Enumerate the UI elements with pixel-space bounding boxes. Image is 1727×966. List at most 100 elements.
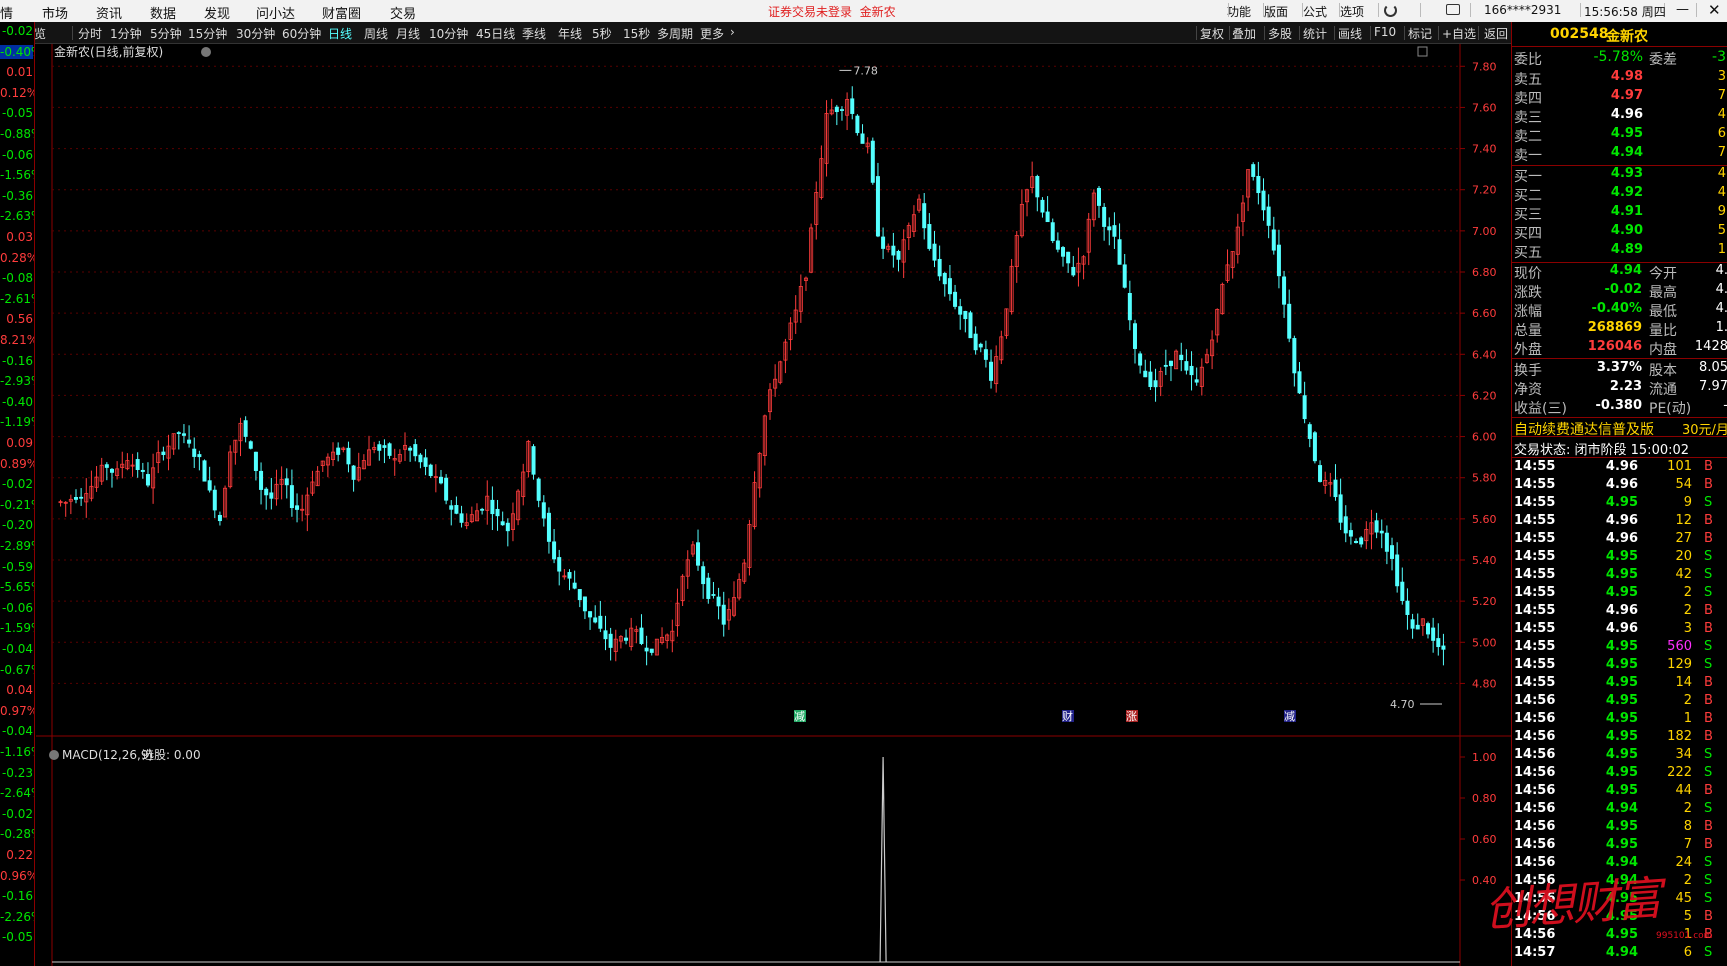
period-tab[interactable]: 60分钟 — [282, 25, 321, 42]
recent-stock-value[interactable]: -2.61% — [0, 292, 34, 306]
menu-right-item[interactable]: 选项 — [1340, 3, 1364, 20]
minimize-icon[interactable]: — — [1676, 2, 1689, 17]
period-tab[interactable]: 45日线 — [476, 25, 515, 42]
recent-stock-value[interactable]: -5.65% — [0, 580, 34, 594]
menu-item[interactable]: 发现 — [204, 3, 230, 22]
tick-side: B — [1704, 603, 1713, 618]
period-tab[interactable]: 10分钟 — [429, 25, 468, 42]
recent-stock-value[interactable]: -0.16 — [0, 354, 33, 368]
menu-item[interactable]: 财富圈 — [322, 3, 361, 22]
candle-body — [531, 446, 536, 475]
period-tab[interactable]: 5分钟 — [150, 25, 182, 42]
menu-item[interactable]: 市场 — [42, 3, 68, 22]
period-tab[interactable]: 30分钟 — [236, 25, 275, 42]
recent-stock-value[interactable]: 0.22 — [0, 848, 33, 862]
chart-tool-button[interactable]: +自选 — [1442, 25, 1476, 42]
recent-stock-value[interactable]: -0.05 — [0, 930, 33, 944]
recent-stock-value[interactable]: 0.89% — [0, 457, 34, 471]
recent-stock-value[interactable]: -0.36 — [0, 189, 33, 203]
close-icon[interactable]: ✕ — [1708, 1, 1721, 19]
kline-chart[interactable]: 7.80 7.60 7.40 7.20 7.00 6.80 6.60 6.40 6.20 6.00… — [36, 44, 1511, 966]
menu-item[interactable]: 资讯 — [96, 3, 122, 22]
recent-stock-value[interactable]: 0.09 — [0, 436, 33, 450]
recent-stock-value[interactable]: -2.93% — [0, 374, 34, 388]
recent-stock-value[interactable]: -1.56% — [0, 168, 34, 182]
period-tab[interactable]: 5秒 — [592, 25, 612, 42]
menu-item[interactable]: 数据 — [150, 3, 176, 22]
recent-stock-value[interactable]: -0.06 — [0, 148, 33, 162]
recent-stock-value[interactable]: -0.02 — [0, 807, 33, 821]
menu-right-item[interactable]: 版面 — [1264, 3, 1288, 20]
recent-stock-value[interactable]: 0.01 — [0, 65, 33, 79]
recent-stock-value[interactable]: -0.40 — [0, 395, 33, 409]
chart-tool-button[interactable]: 标记 — [1408, 25, 1432, 42]
recent-stock-value[interactable]: 8.21% — [0, 333, 34, 347]
recent-stock-value[interactable]: 0.56 — [0, 312, 33, 326]
period-tab[interactable]: 1分钟 — [110, 25, 142, 42]
period-tab[interactable]: 年线 — [558, 25, 582, 42]
recent-stock-value[interactable]: 0.12% — [0, 86, 34, 100]
indicator-tick-label: 1.00 — [1472, 751, 1497, 764]
tick-volume: 9 — [1683, 495, 1692, 510]
recent-stock-value[interactable]: 0.28% — [0, 251, 34, 265]
chart-options-icon[interactable] — [201, 47, 211, 57]
recent-stock-value[interactable]: -1.59% — [0, 621, 34, 635]
refresh-icon[interactable] — [1384, 4, 1397, 17]
recent-stock-value[interactable]: -0.23 — [0, 766, 33, 780]
recent-stock-value[interactable]: -0.08 — [0, 271, 33, 285]
recent-stock-value[interactable]: -0.02 — [0, 24, 33, 38]
period-tab[interactable]: 15秒 — [623, 25, 650, 42]
period-tab[interactable]: 日线 — [328, 25, 352, 42]
recent-stock-value[interactable]: -0.59 — [0, 560, 33, 574]
chart-tool-button[interactable]: 统计 — [1303, 25, 1327, 42]
recent-stock-value[interactable]: -2.63% — [0, 209, 34, 223]
chart-tool-button[interactable]: F10 — [1374, 25, 1396, 39]
chart-tool-button[interactable]: 叠加 — [1232, 25, 1256, 42]
recent-stock-value[interactable]: -2.26% — [0, 910, 34, 924]
chart-tool-button[interactable]: 返回 — [1484, 25, 1508, 42]
menu-right-item[interactable]: 功能 — [1227, 3, 1251, 20]
candle-body — [480, 508, 485, 511]
chart-tool-button[interactable]: 复权 — [1200, 25, 1224, 42]
period-tab[interactable]: 月线 — [396, 25, 420, 42]
recent-stock-value[interactable]: -0.05 — [0, 106, 33, 120]
menu-item[interactable]: 情 — [0, 3, 13, 22]
recent-stock-value[interactable]: 0.04 — [0, 683, 33, 697]
period-tab[interactable]: 15分钟 — [188, 25, 227, 42]
recent-stock-value[interactable]: 0.96% — [0, 869, 34, 883]
indicator-options-icon[interactable] — [49, 750, 59, 760]
low-price-label: 4.70 — [1390, 698, 1415, 711]
period-tab[interactable]: 季线 — [522, 25, 546, 42]
recent-stock-value[interactable]: -1.16% — [0, 745, 34, 759]
recent-stock-value[interactable]: -0.20 — [0, 518, 33, 532]
recent-stock-value[interactable]: -2.89% — [0, 539, 34, 553]
period-tab[interactable]: 多周期 — [657, 25, 693, 42]
trade-login-warning[interactable]: 证券交易未登录 金新农 — [768, 3, 896, 20]
recent-stock-value[interactable]: 0.03 — [0, 230, 33, 244]
recent-stock-value[interactable]: -0.28% — [0, 827, 34, 841]
recent-stock-value[interactable]: -1.19% — [0, 415, 34, 429]
recent-stock-value[interactable]: -0.04 — [0, 642, 33, 656]
recent-stock-value[interactable]: -0.40% — [0, 44, 34, 59]
menu-item[interactable]: 问小达 — [256, 3, 295, 22]
chart-tool-button[interactable]: 画线 — [1338, 25, 1362, 42]
more-chevron-icon[interactable]: › — [730, 25, 735, 39]
period-tab[interactable]: 更多 — [700, 25, 724, 42]
tick-side: S — [1704, 639, 1713, 654]
recent-stock-value[interactable]: -0.02 — [0, 477, 33, 491]
recent-stock-value[interactable]: -0.04 — [0, 724, 33, 738]
chart-tool-button[interactable]: 多股 — [1268, 25, 1292, 42]
candle-body — [855, 115, 860, 134]
period-tab[interactable]: 分时 — [78, 25, 102, 42]
recent-stock-value[interactable]: -2.64% — [0, 786, 34, 800]
recent-stock-value[interactable]: -0.21% — [0, 498, 34, 512]
recent-stock-value[interactable]: -0.16 — [0, 889, 33, 903]
period-tab[interactable]: 周线 — [364, 25, 388, 42]
recent-stock-value[interactable]: -0.06 — [0, 601, 33, 615]
message-icon[interactable] — [1446, 4, 1460, 15]
menu-right-item[interactable]: 公式 — [1303, 3, 1327, 20]
recent-stock-value[interactable]: 0.97% — [0, 704, 34, 718]
recent-stock-value[interactable]: -0.67% — [0, 663, 34, 677]
recent-stock-value[interactable]: -0.88% — [0, 127, 34, 141]
menu-item[interactable]: 交易 — [390, 3, 416, 22]
